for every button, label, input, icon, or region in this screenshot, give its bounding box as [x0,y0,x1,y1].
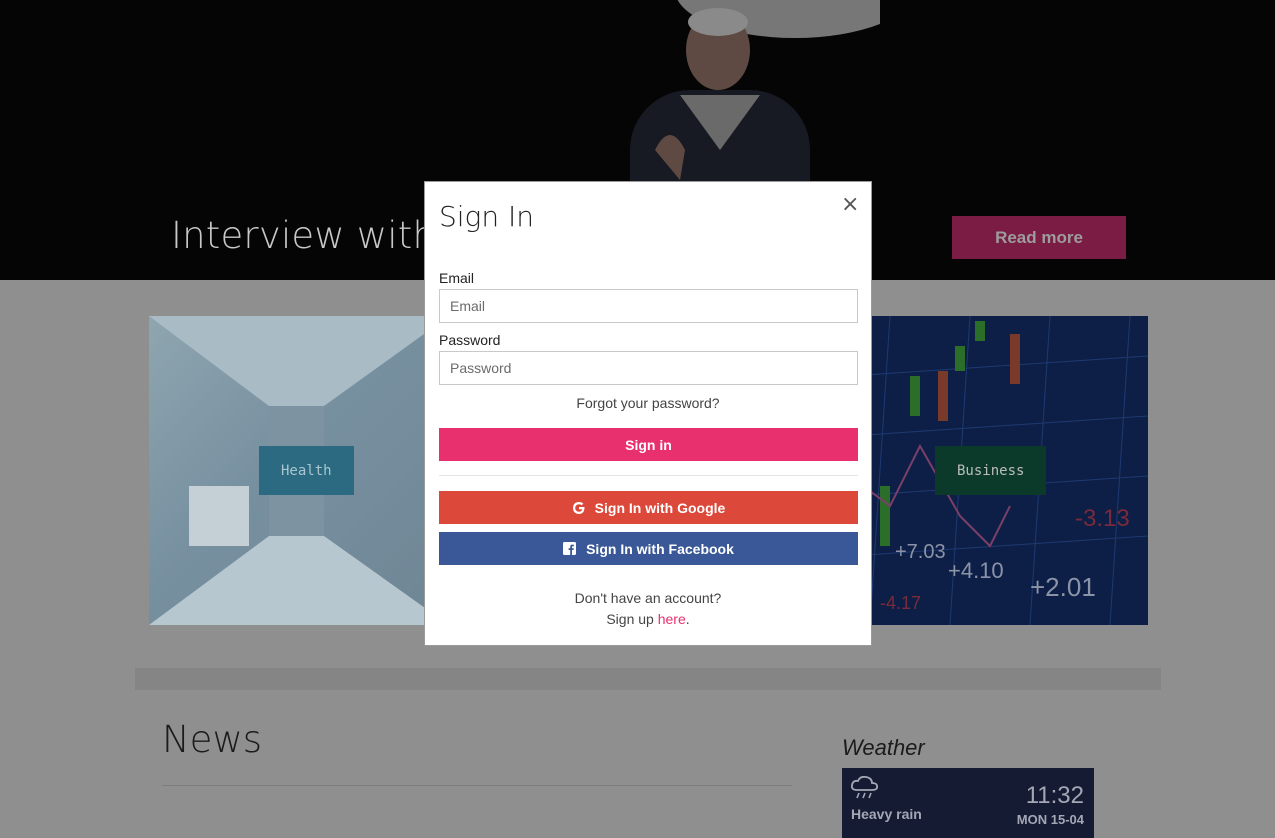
sign-in-button[interactable]: Sign in [439,428,858,461]
close-button[interactable]: × [841,194,859,216]
forgot-password-link[interactable]: Forgot your password? [425,395,871,411]
facebook-icon [563,541,577,556]
google-sign-in-label: Sign In with Google [594,499,726,516]
email-label: Email [439,270,475,286]
sign-in-label: Sign in [625,436,672,453]
facebook-sign-in-button[interactable]: Sign In with Facebook [439,532,858,565]
google-sign-in-button[interactable]: Sign In with Google [439,491,858,524]
signup-link[interactable]: here [658,611,686,627]
signup-prefix: Sign up [606,611,658,627]
signup-suffix: . [685,611,690,627]
signup-prompt: Don't have an account? Sign up here. [425,588,871,630]
password-input[interactable] [439,351,858,385]
modal-title: Sign In [439,200,535,233]
google-icon [572,501,586,515]
modal-divider [439,475,858,476]
no-account-text: Don't have an account? [574,590,722,606]
password-label: Password [439,332,501,348]
facebook-sign-in-label: Sign In with Facebook [586,540,734,557]
email-input[interactable] [439,289,858,323]
sign-in-modal: Sign In × Email Password Forgot your pas… [424,181,872,646]
signup-line: Sign up here. [425,609,871,630]
